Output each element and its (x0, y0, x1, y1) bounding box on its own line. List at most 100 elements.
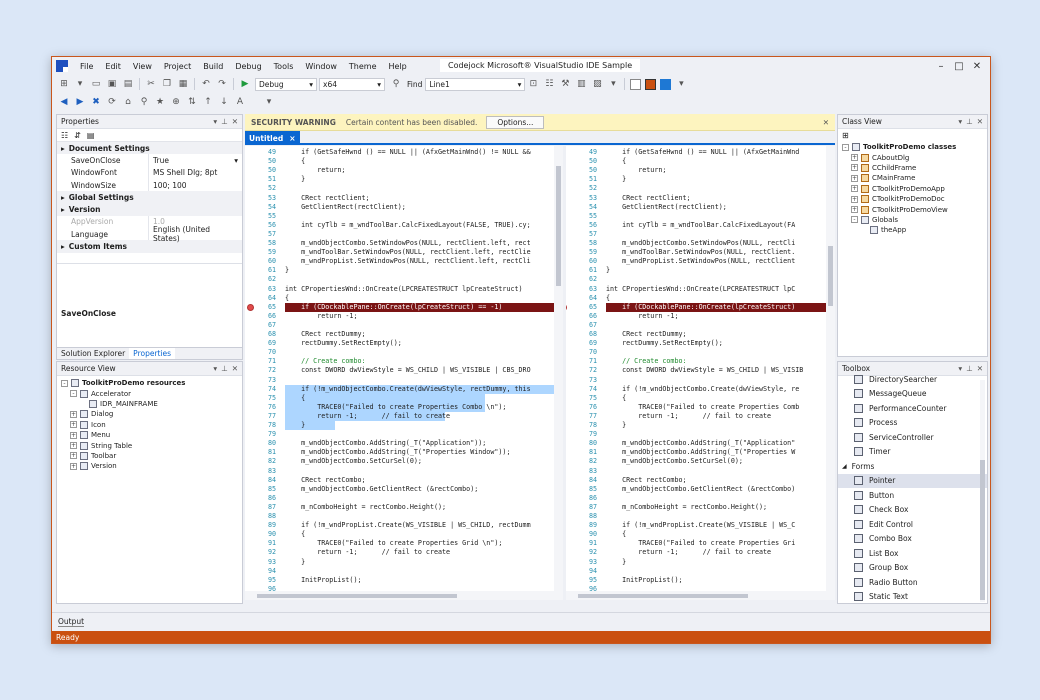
code-line[interactable]: 89 if (!m_wndPropList.Create(WS_VISIBLE … (245, 521, 563, 530)
redo-icon[interactable]: ↷ (215, 77, 229, 91)
code-line[interactable]: 76 TRACE0("Failed to create Properties C… (566, 403, 835, 412)
code-line[interactable]: 50 return; (245, 166, 563, 175)
pin-icon[interactable]: ⊥ (966, 117, 973, 126)
code-line[interactable]: 50 { (566, 157, 835, 166)
toolbox-item[interactable]: Radio Button (838, 575, 987, 590)
code-line[interactable]: 84 CRect rectCombo; (566, 476, 835, 485)
horizontal-scrollbar[interactable] (245, 591, 554, 600)
tree-item[interactable]: + CMainFrame (838, 173, 987, 183)
code-line[interactable]: 77 return -1; // fail to create (566, 412, 835, 421)
save-all-icon[interactable]: ▤ (121, 77, 135, 91)
code-line[interactable]: 82 m_wndObjectCombo.SetCurSel(0); (566, 457, 835, 466)
code-line[interactable]: 53 CRect rectClient; (245, 194, 563, 203)
property-category[interactable]: ▸ Global Settings (57, 191, 242, 204)
property-row[interactable]: WindowSize 100; 100 (57, 178, 242, 192)
tree-item[interactable]: + Dialog (57, 409, 242, 419)
property-pages-icon[interactable]: ▤ (87, 131, 95, 140)
menu-project[interactable]: Project (158, 62, 197, 71)
close-icon[interactable]: ✕ (977, 117, 983, 126)
new-project-icon[interactable]: ⊞ (57, 77, 71, 91)
collapse-icon[interactable]: - (61, 379, 68, 387)
tree-item[interactable]: - ToolkitProDemo resources (57, 378, 242, 388)
code-line[interactable]: 65 if (CDockablePane::OnCreate(lpCreateS… (268, 302, 554, 312)
code-line[interactable]: 62 (245, 275, 563, 284)
expand-icon[interactable]: + (851, 206, 858, 214)
toolbox-item[interactable]: Timer (838, 445, 987, 460)
code-line[interactable]: 80 m_wndObjectCombo.AddString(_T("Applic… (245, 439, 563, 448)
paste-icon[interactable]: ▦ (176, 77, 190, 91)
code-line[interactable]: 79 (245, 430, 563, 439)
code-line[interactable]: 64 { (245, 294, 563, 303)
maximize-icon[interactable]: □ (950, 57, 968, 75)
code-line[interactable]: 72 const DWORD dwViewStyle = WS_CHILD | … (245, 366, 563, 375)
collapse-icon[interactable]: - (842, 143, 849, 151)
code-line[interactable]: 55 (566, 212, 835, 221)
toolbox-section-forms[interactable]: ◢ Forms (838, 459, 987, 474)
code-line[interactable]: 58 m_wndObjectCombo.SetWindowPos(NULL, r… (245, 239, 563, 248)
close-icon[interactable]: ✕ (968, 57, 986, 75)
expand-icon[interactable]: + (70, 421, 77, 429)
scroll-thumb[interactable] (257, 594, 457, 598)
code-line[interactable]: 57 (566, 230, 835, 239)
breakpoint-icon[interactable] (247, 303, 254, 311)
tree-item[interactable]: + Version (57, 461, 242, 471)
pin-icon[interactable]: ⊥ (221, 117, 228, 126)
cut-icon[interactable]: ✂ (144, 77, 158, 91)
collapse-icon[interactable]: - (851, 216, 858, 224)
code-line[interactable]: 83 (245, 467, 563, 476)
code-line[interactable]: 69 rectDummy.SetRectEmpty(); (566, 339, 835, 348)
expand-icon[interactable]: + (70, 462, 77, 470)
tree-item[interactable]: theApp (838, 225, 987, 235)
collapse-icon[interactable]: - (70, 390, 77, 398)
vertical-scrollbar[interactable] (826, 146, 835, 600)
property-row[interactable]: WindowFont MS Shell Dlg; 8pt (57, 166, 242, 179)
code-line[interactable]: 72 const DWORD dwViewStyle = WS_CHILD | … (566, 366, 835, 375)
tab-properties[interactable]: Properties (129, 348, 176, 359)
toolbox-item[interactable]: PerformanceCounter (838, 401, 987, 416)
code-line[interactable]: 63 int CPropertiesWnd::OnCreate(LPCREATES… (245, 285, 563, 294)
code-line[interactable]: 49 if (GetSafeHwnd () == NULL || (AfxGet… (566, 148, 835, 157)
toolbox-item[interactable]: Group Box (838, 561, 987, 576)
scroll-thumb[interactable] (578, 594, 748, 598)
code-line[interactable]: 75 { (566, 394, 835, 403)
code-line[interactable]: 67 (566, 321, 835, 330)
expand-icon[interactable]: ▸ (61, 144, 65, 153)
find-icon[interactable]: ⚲ (389, 77, 403, 91)
property-value[interactable]: 100; 100 (149, 181, 242, 190)
expand-icon[interactable]: + (70, 410, 77, 418)
color-swatch-orange-icon[interactable] (645, 78, 657, 90)
object-browser-icon[interactable]: ▥ (574, 77, 588, 91)
add-item-icon[interactable]: ▾ (73, 77, 87, 91)
code-line[interactable]: 67 (245, 321, 563, 330)
property-value[interactable]: MS Shell Dlg; 8pt (149, 168, 242, 177)
property-category[interactable]: ▸ Document Settings (57, 142, 242, 155)
code-line[interactable]: 78 } (566, 421, 835, 430)
code-line[interactable]: 71 // Create combo: (245, 357, 563, 366)
expand-icon[interactable]: + (70, 431, 77, 439)
close-icon[interactable]: ✕ (232, 117, 238, 126)
code-line[interactable]: 65 if (CDockablePane::OnCreate(lpCreateS… (589, 302, 826, 312)
scroll-thumb[interactable] (828, 246, 833, 306)
horizontal-scrollbar[interactable] (566, 591, 826, 600)
toolbox-item[interactable]: List Box (838, 546, 987, 561)
tree-item[interactable]: - Globals (838, 215, 987, 225)
menu-debug[interactable]: Debug (229, 62, 267, 71)
chevron-down-icon[interactable]: ▾ (234, 156, 238, 165)
collapse-icon[interactable]: ◢ (842, 463, 847, 470)
code-line[interactable]: 84 CRect rectCombo; (245, 476, 563, 485)
code-line[interactable]: 59 m_wndToolBar.SetWindowPos(NULL, rectC… (245, 248, 563, 257)
toolbox-item[interactable]: Check Box (838, 503, 987, 518)
close-icon[interactable]: ✕ (823, 118, 829, 127)
code-line[interactable]: 92 return -1; // fail to create (566, 548, 835, 557)
options-button[interactable]: Options... (486, 115, 545, 129)
properties-icon[interactable]: ☷ (542, 77, 556, 91)
tree-item[interactable]: + CChildFrame (838, 163, 987, 173)
code-line[interactable]: 66 return -1; (245, 312, 563, 321)
toolbox-item[interactable]: Process (838, 416, 987, 431)
code-line[interactable]: 66 return -1; (566, 312, 835, 321)
tree-item[interactable]: + String Table (57, 440, 242, 450)
code-line[interactable]: 90 { (245, 530, 563, 539)
menu-theme[interactable]: Theme (343, 62, 383, 71)
tree-item[interactable]: + Icon (57, 420, 242, 430)
search-icon[interactable]: ⚲ (137, 95, 151, 109)
